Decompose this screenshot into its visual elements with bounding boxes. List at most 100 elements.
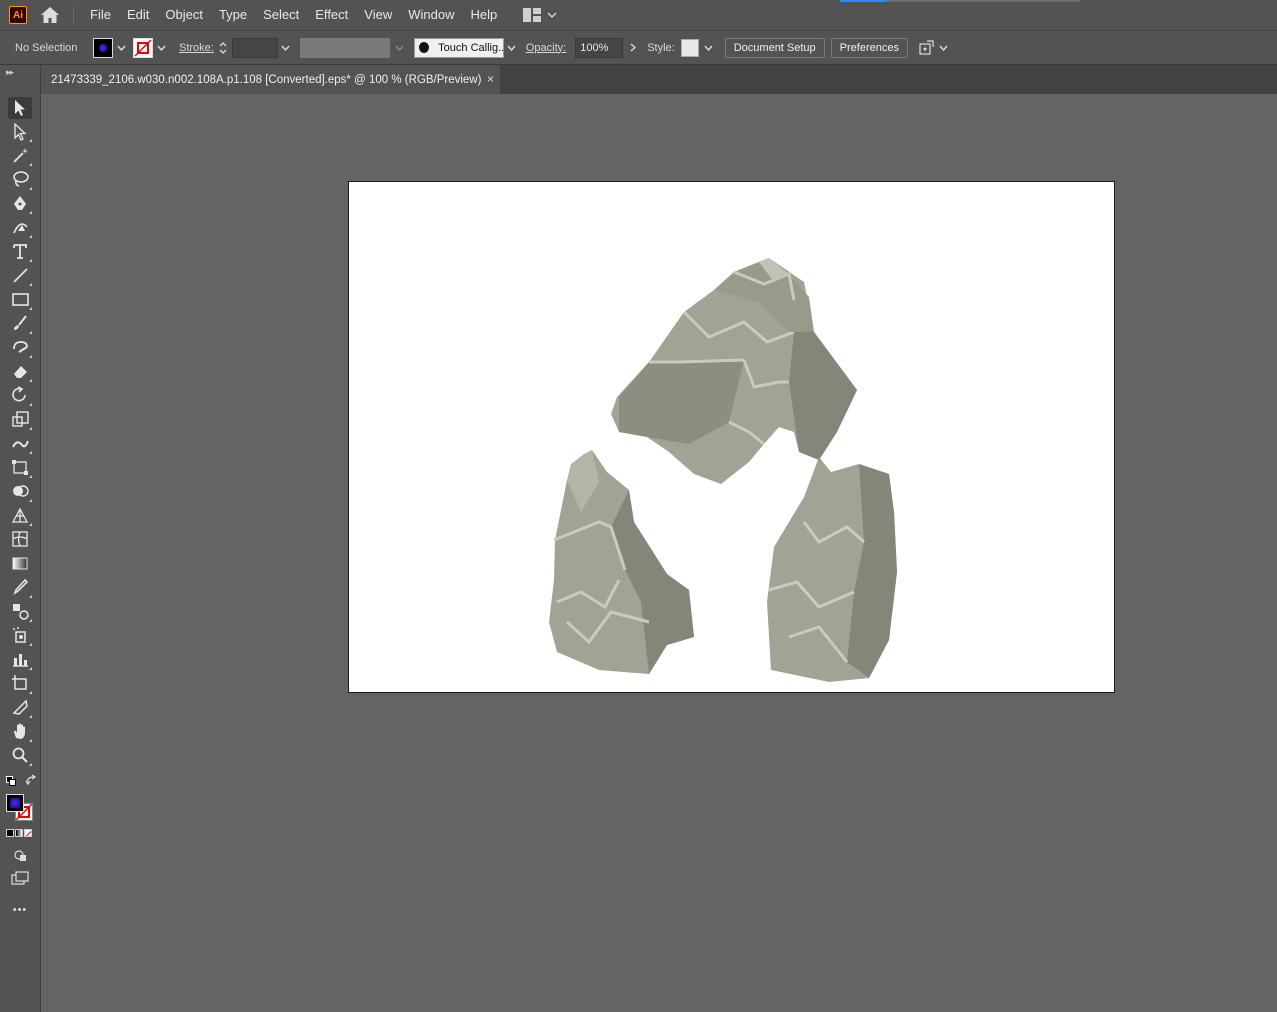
- rectangle-icon: [10, 289, 30, 312]
- hand-tool[interactable]: [8, 721, 32, 743]
- free-transform-tool[interactable]: [8, 457, 32, 479]
- stroke-dropdown-chevron-icon[interactable]: [155, 42, 167, 54]
- stroke-weight-stepper[interactable]: [218, 38, 230, 58]
- tool-group-indicator: [29, 331, 32, 334]
- document-setup-button[interactable]: Document Setup: [724, 37, 825, 58]
- fill-stroke-widget[interactable]: [6, 794, 36, 822]
- illustrator-logo: Ai: [9, 6, 27, 24]
- fill-dropdown-chevron-icon[interactable]: [115, 42, 127, 54]
- fill-color-box[interactable]: [6, 794, 24, 812]
- pen-icon: [10, 193, 30, 216]
- column-graph-tool[interactable]: [8, 649, 32, 671]
- stroke-weight-input[interactable]: [231, 37, 278, 58]
- tool-group-indicator: [29, 187, 32, 190]
- gradient-mode-icon[interactable]: [15, 829, 23, 837]
- arrange-chevron-icon[interactable]: [938, 42, 950, 54]
- artboard[interactable]: [348, 181, 1115, 693]
- graphic-style-swatch[interactable]: [680, 38, 699, 57]
- opacity-label[interactable]: Opacity:: [526, 42, 566, 54]
- fill-swatch[interactable]: [93, 37, 113, 58]
- rock-top-arch-right-shade: [789, 332, 857, 460]
- paintbrush-tool[interactable]: [8, 313, 32, 335]
- shape-builder-tool[interactable]: [8, 481, 32, 503]
- menu-file[interactable]: File: [82, 0, 119, 30]
- artboard-tool[interactable]: [8, 673, 32, 695]
- tool-group-indicator: [29, 403, 32, 406]
- none-mode-icon[interactable]: [24, 829, 32, 837]
- selection-status: No Selection: [15, 41, 78, 54]
- tool-group-indicator: [29, 691, 32, 694]
- tool-group-indicator: [29, 235, 32, 238]
- type-tool[interactable]: [8, 241, 32, 263]
- blend-icon: [10, 601, 30, 624]
- direct-selection-tool[interactable]: [8, 121, 32, 143]
- profile-chevron-icon[interactable]: [394, 42, 406, 54]
- stroke-label: Stroke:: [179, 41, 214, 54]
- rectangle-tool[interactable]: [8, 289, 32, 311]
- menu-edit[interactable]: Edit: [119, 0, 157, 30]
- slice-icon: [10, 697, 30, 720]
- slice-tool[interactable]: [8, 697, 32, 719]
- eyedropper-tool[interactable]: [8, 577, 32, 599]
- tool-group-indicator: [29, 523, 32, 526]
- default-fill-stroke-icon[interactable]: [6, 776, 16, 786]
- selection-tool[interactable]: [8, 97, 32, 119]
- tool-group-indicator: [29, 763, 32, 766]
- line-icon: [10, 265, 30, 288]
- rock-arch-artwork[interactable]: [349, 182, 1116, 694]
- mesh-tool[interactable]: [8, 529, 32, 551]
- arrange-documents-icon[interactable]: [918, 39, 934, 56]
- style-label: Style:: [647, 41, 675, 54]
- gradient-tool[interactable]: [8, 553, 32, 575]
- swap-fill-stroke-icon[interactable]: [25, 774, 37, 789]
- opacity-input[interactable]: 100%: [575, 37, 624, 58]
- tool-group-indicator: [29, 139, 32, 142]
- canvas-workspace[interactable]: [41, 94, 1277, 1012]
- menu-help[interactable]: Help: [462, 0, 505, 30]
- type-icon: [10, 241, 30, 264]
- menu-effect[interactable]: Effect: [307, 0, 356, 30]
- lasso-tool[interactable]: [8, 169, 32, 191]
- shaper-tool[interactable]: [8, 337, 32, 359]
- preferences-button[interactable]: Preferences: [830, 37, 908, 58]
- menu-view[interactable]: View: [356, 0, 400, 30]
- perspective-grid-tool[interactable]: [8, 505, 32, 527]
- zoom-tool[interactable]: [8, 745, 32, 767]
- scale-tool[interactable]: [8, 409, 32, 431]
- workspace-switcher[interactable]: [523, 8, 557, 22]
- shaper-icon: [10, 337, 30, 360]
- pen-tool[interactable]: [8, 193, 32, 215]
- home-icon[interactable]: [39, 4, 61, 26]
- magic-wand-tool[interactable]: [8, 145, 32, 167]
- menu-select[interactable]: Select: [255, 0, 307, 30]
- menu-type[interactable]: Type: [211, 0, 255, 30]
- style-chevron-icon[interactable]: [703, 42, 715, 54]
- brush-chevron-icon[interactable]: [506, 42, 518, 54]
- stroke-swatch[interactable]: [133, 37, 153, 58]
- close-tab-icon[interactable]: ×: [487, 72, 494, 86]
- opacity-chevron-right-icon[interactable]: [627, 42, 639, 54]
- document-tab[interactable]: 21473339_2106.w030.n002.108A.p1.108 [Con…: [41, 65, 500, 94]
- tool-group-indicator: [29, 355, 32, 358]
- tool-group-indicator: [29, 499, 32, 502]
- blend-tool[interactable]: [8, 601, 32, 623]
- collapse-panel-icon[interactable]: ▸▸: [6, 67, 14, 78]
- warp-tool[interactable]: [8, 433, 32, 455]
- perspective-grid-icon: [10, 505, 30, 528]
- curvature-tool[interactable]: [8, 217, 32, 239]
- drawing-modes-icon[interactable]: [8, 844, 32, 866]
- tool-group-indicator: [29, 427, 32, 430]
- menu-object[interactable]: Object: [157, 0, 211, 30]
- menu-window[interactable]: Window: [400, 0, 462, 30]
- symbol-sprayer-tool[interactable]: [8, 625, 32, 647]
- color-mode-icon[interactable]: [6, 829, 14, 837]
- variable-width-profile[interactable]: [299, 37, 390, 58]
- sync-progress-bar: [840, 0, 1080, 2]
- brush-definition[interactable]: Touch Callig...: [413, 37, 504, 58]
- rotate-tool[interactable]: [8, 385, 32, 407]
- eraser-tool[interactable]: [8, 361, 32, 383]
- stroke-weight-chevron-icon[interactable]: [280, 42, 292, 54]
- line-tool[interactable]: [8, 265, 32, 287]
- screen-mode-icon[interactable]: [8, 867, 32, 889]
- edit-toolbar-more-icon[interactable]: •••: [8, 899, 32, 921]
